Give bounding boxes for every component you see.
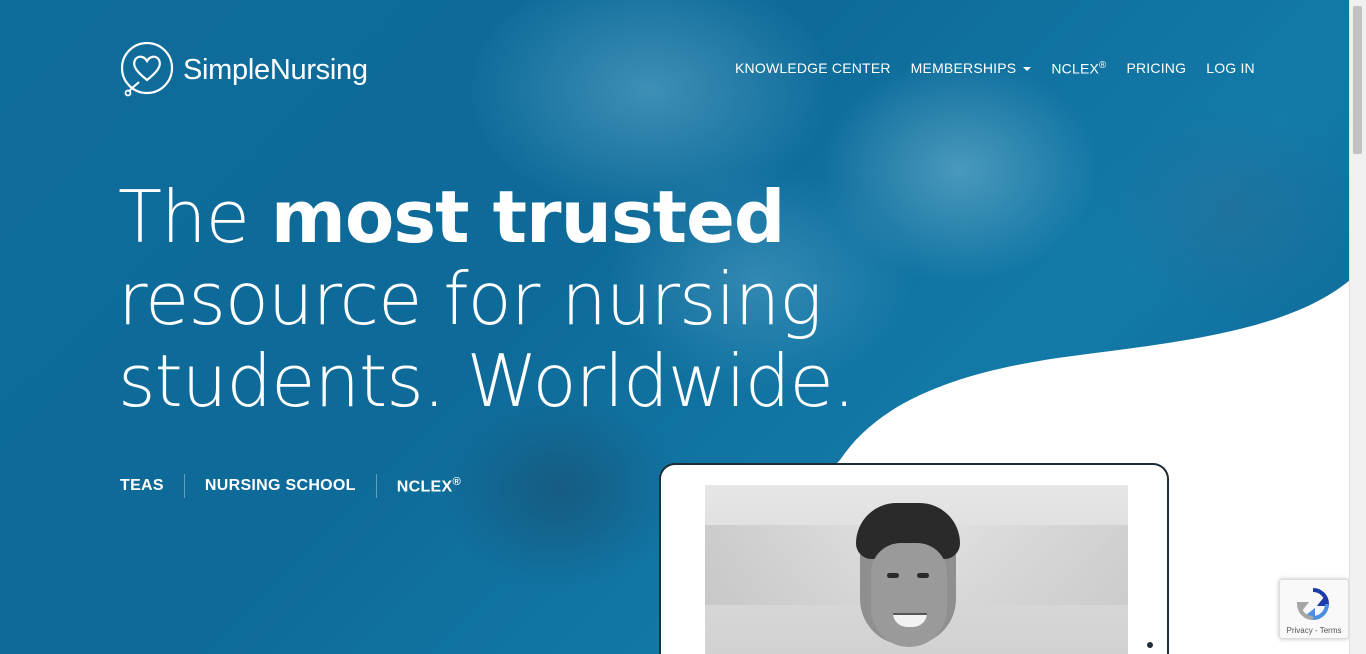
recaptcha-links[interactable]: Privacy - Terms [1280, 626, 1348, 635]
nav-item-nclex[interactable]: NCLEX® [1051, 60, 1106, 77]
registered-mark: ® [452, 475, 462, 488]
headline-line-1: The most trusted [118, 176, 855, 258]
link-teas[interactable]: TEAS [120, 477, 164, 495]
nav-item-knowledge-center[interactable]: KNOWLEDGE CENTER [735, 60, 891, 77]
exam-links: TEAS NURSING SCHOOL NCLEX® [120, 474, 461, 498]
caret-down-icon [1023, 67, 1032, 72]
scrollbar-thumb[interactable] [1353, 6, 1362, 154]
headline-emphasis: most trusted [270, 175, 786, 259]
tablet-mockup [659, 463, 1169, 654]
intro-video[interactable] [705, 485, 1128, 654]
link-nursing-school[interactable]: NURSING SCHOOL [205, 477, 356, 495]
nav-item-label: MEMBERSHIPS [910, 60, 1017, 76]
recaptcha-icon [1296, 588, 1330, 621]
nav-item-label: NCLEX [1051, 60, 1100, 77]
link-nclex[interactable]: NCLEX® [397, 476, 461, 496]
nav-item-label: PRICING [1126, 60, 1187, 76]
presenter-eye [887, 573, 899, 578]
registered-mark: ® [1099, 60, 1107, 71]
page: SimpleNursing KNOWLEDGE CENTER MEMBERSHI… [0, 0, 1366, 654]
page-scrollbar[interactable] [1349, 0, 1366, 654]
nav-item-pricing[interactable]: PRICING [1126, 60, 1186, 77]
brand-name: SimpleNursing [183, 53, 368, 86]
divider [375, 474, 377, 498]
headline-prefix: The [118, 175, 250, 259]
tablet-home-button [1147, 642, 1153, 648]
heart-stethoscope-icon [120, 42, 174, 97]
headline-line-2: resource for nursing [118, 257, 822, 341]
main-nav: KNOWLEDGE CENTER MEMBERSHIPS NCLEX® PRIC… [735, 60, 1255, 77]
hero-headline: The most trusted resource for nursing st… [118, 176, 856, 423]
nav-item-label: KNOWLEDGE CENTER [735, 60, 891, 76]
recaptcha-badge[interactable]: Privacy - Terms [1279, 579, 1349, 639]
nav-item-label: LOG IN [1206, 60, 1255, 76]
divider [183, 474, 185, 498]
brand-logo[interactable]: SimpleNursing [119, 42, 368, 98]
link-nclex-label: NCLEX [396, 478, 453, 496]
nav-item-login[interactable]: LOG IN [1206, 60, 1255, 77]
presenter-eye [917, 573, 929, 578]
presenter-face [871, 543, 947, 647]
nav-item-memberships[interactable]: MEMBERSHIPS [911, 60, 1032, 77]
headline-line-3: students. Worldwide. [118, 339, 856, 423]
